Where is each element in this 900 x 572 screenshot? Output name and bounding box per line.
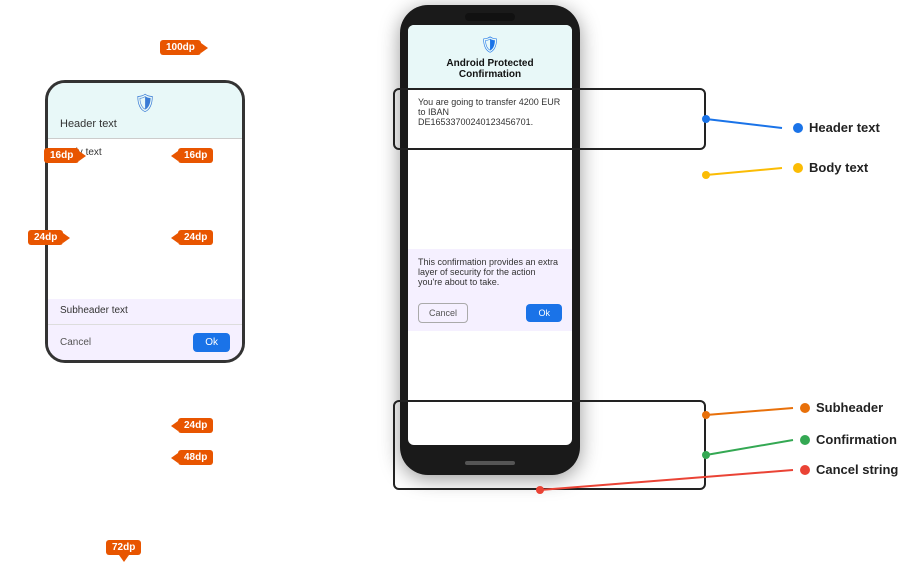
button-bar-left: Cancel Ok [48, 324, 242, 360]
dot-subheader [800, 403, 810, 413]
header-text-left: Header text [60, 118, 230, 130]
right-phone: 🛡 Android Protected Confirmation You are… [400, 5, 580, 475]
dialog-cancel-button[interactable]: Cancel [418, 303, 468, 323]
dot-body [793, 163, 803, 173]
confirmation-string-label: Confirmation string [800, 432, 900, 447]
dialog-middle-space [408, 149, 572, 249]
phone-home-bar [465, 461, 515, 465]
phone-left-inner: 🛡 Header text Body text Subheader text C… [48, 83, 242, 360]
subheader-label-text: Subheader [816, 400, 883, 415]
header-text-label-text: Header text [809, 120, 880, 135]
dot-cancel [800, 465, 810, 475]
cancel-button-left[interactable]: Cancel [60, 337, 91, 348]
dialog-ok-button[interactable]: Ok [526, 304, 562, 322]
subheader-section-left: Subheader text [48, 299, 242, 324]
subheader-text-left: Subheader text [60, 305, 230, 316]
ok-button-left[interactable]: Ok [193, 333, 230, 352]
phone-screen: 🛡 Android Protected Confirmation You are… [408, 25, 572, 445]
dialog-subheader-section: This confirmation provides an extra laye… [408, 249, 572, 295]
dialog-title-section: 🛡 Android Protected Confirmation [408, 25, 572, 89]
cancel-string-label-text: Cancel string [816, 462, 898, 477]
shield-icon-right: 🛡 [418, 35, 562, 55]
left-diagram: 100dp 🛡 Header text Body text Subheader … [30, 30, 260, 363]
cancel-string-label: Cancel string [800, 462, 898, 477]
dialog-buttons: Cancel Ok [408, 295, 572, 331]
body-text-label: Body text [793, 160, 868, 175]
body-text-label-text: Body text [809, 160, 868, 175]
dim-72dp: 72dp [106, 540, 141, 555]
header-section-left: 🛡 Header text [48, 83, 242, 139]
confirmation-string-label-text: Confirmation string [816, 432, 900, 447]
phone-mockup-left: 🛡 Header text Body text Subheader text C… [45, 80, 245, 363]
header-text-label: Header text [793, 120, 880, 135]
dim-16dp-right: 16dp [178, 148, 213, 163]
dim-24dp-right: 24dp [178, 230, 213, 245]
dim-48dp: 48dp [178, 450, 213, 465]
subheader-label: Subheader [800, 400, 883, 415]
shield-icon-left: 🛡 [60, 93, 230, 114]
dim-24dp-subheader: 24dp [178, 418, 213, 433]
dot-header [793, 123, 803, 133]
dim-16dp-left: 16dp [44, 148, 79, 163]
dialog-title-text: Android Protected Confirmation [418, 58, 562, 80]
phone-notch [465, 13, 515, 21]
dim-24dp-left: 24dp [28, 230, 63, 245]
dialog-body-text: You are going to transfer 4200 EUR to IB… [408, 89, 572, 149]
dim-100dp: 100dp [160, 40, 201, 55]
dialog-subheader-text: This confirmation provides an extra laye… [418, 257, 562, 287]
dot-confirmation [800, 435, 810, 445]
right-phone-container: 🛡 Android Protected Confirmation You are… [390, 5, 590, 475]
